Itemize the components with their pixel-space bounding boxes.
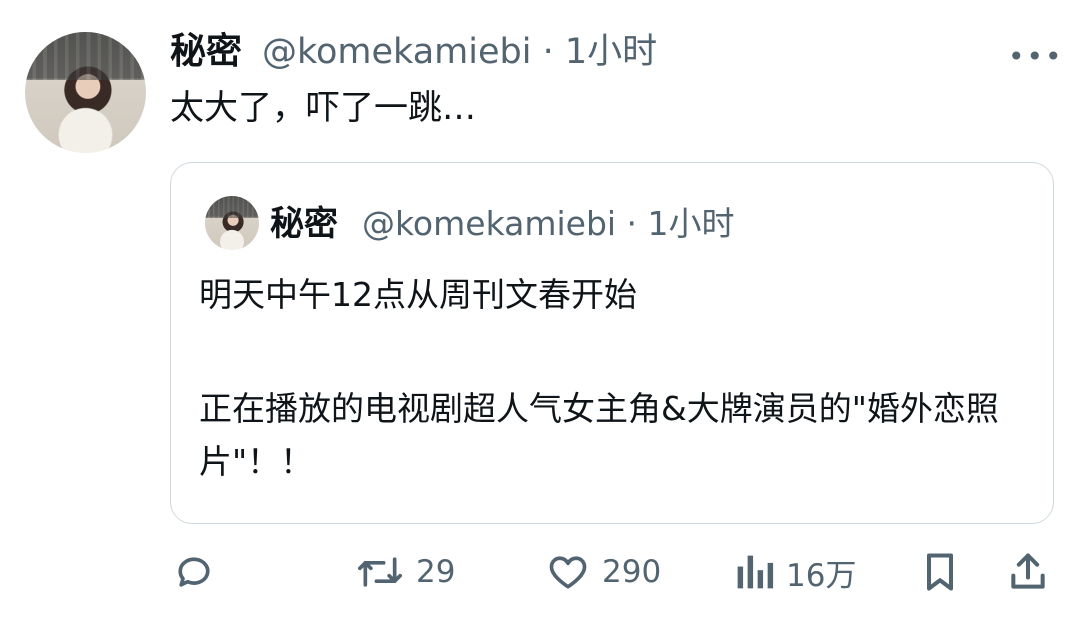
bookmark-button[interactable] <box>918 548 962 596</box>
share-button[interactable] <box>1006 548 1050 596</box>
bookmark-icon <box>926 553 954 591</box>
like-button[interactable]: 290 <box>546 548 661 596</box>
share-icon <box>1011 553 1045 589</box>
quoted-text-line1: 明天中午12点从周刊文春开始 <box>199 275 637 314</box>
views-icon <box>737 555 774 589</box>
quoted-avatar[interactable] <box>205 196 259 250</box>
separator-dot: · <box>531 32 565 72</box>
reply-button[interactable] <box>172 548 216 596</box>
quoted-handle[interactable]: @komekamiebi <box>362 204 616 243</box>
separator-dot: · <box>616 204 648 243</box>
views-button[interactable]: 16万 <box>734 548 856 596</box>
more-horizontal-icon[interactable]: ••• <box>1008 40 1064 73</box>
handle-and-time[interactable]: @komekamiebi · 1小时 <box>262 30 657 74</box>
quoted-text-line2: 正在播放的电视剧超人气女主角&大牌演员的"婚外恋照片"！！ <box>199 389 999 481</box>
reply-icon <box>178 557 210 587</box>
tweet-text: 太大了，吓了一跳… <box>170 88 476 128</box>
display-name[interactable]: 秘密 <box>170 30 242 74</box>
quoted-display-name[interactable]: 秘密 <box>270 202 338 246</box>
retweet-button[interactable]: 29 <box>356 548 455 596</box>
handle[interactable]: @komekamiebi <box>262 32 531 72</box>
timestamp[interactable]: 1小时 <box>565 32 657 72</box>
views-count: 16万 <box>786 557 857 594</box>
quoted-timestamp[interactable]: 1小时 <box>648 204 735 243</box>
like-count: 290 <box>602 554 662 590</box>
retweet-icon <box>358 557 402 587</box>
heart-icon <box>549 556 587 589</box>
avatar[interactable] <box>25 32 146 153</box>
quoted-handle-and-time[interactable]: @komekamiebi · 1小时 <box>362 202 735 246</box>
retweet-count: 29 <box>416 554 456 590</box>
